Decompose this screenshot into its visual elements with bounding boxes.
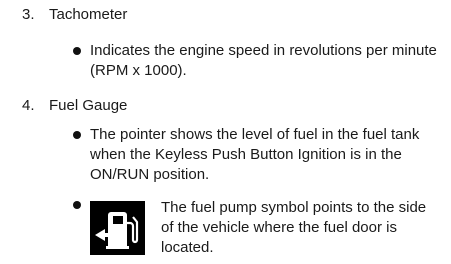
bullet-text: Indicates the engine speed in revolution…: [90, 42, 437, 79]
bullet-dot: [73, 201, 81, 209]
item-heading: Fuel Gauge: [49, 97, 128, 114]
bullet-text: The fuel pump symbol points to the side …: [161, 199, 427, 256]
fuel-pump-icon: [90, 201, 145, 255]
bullet-dot: [73, 47, 81, 55]
bullet-text: The pointer shows the level of fuel in t…: [90, 126, 420, 183]
bullet-dot: [73, 131, 81, 139]
item-number: 4.: [22, 97, 35, 114]
item-heading: Tachometer: [49, 6, 128, 23]
item-number: 3.: [22, 6, 35, 23]
